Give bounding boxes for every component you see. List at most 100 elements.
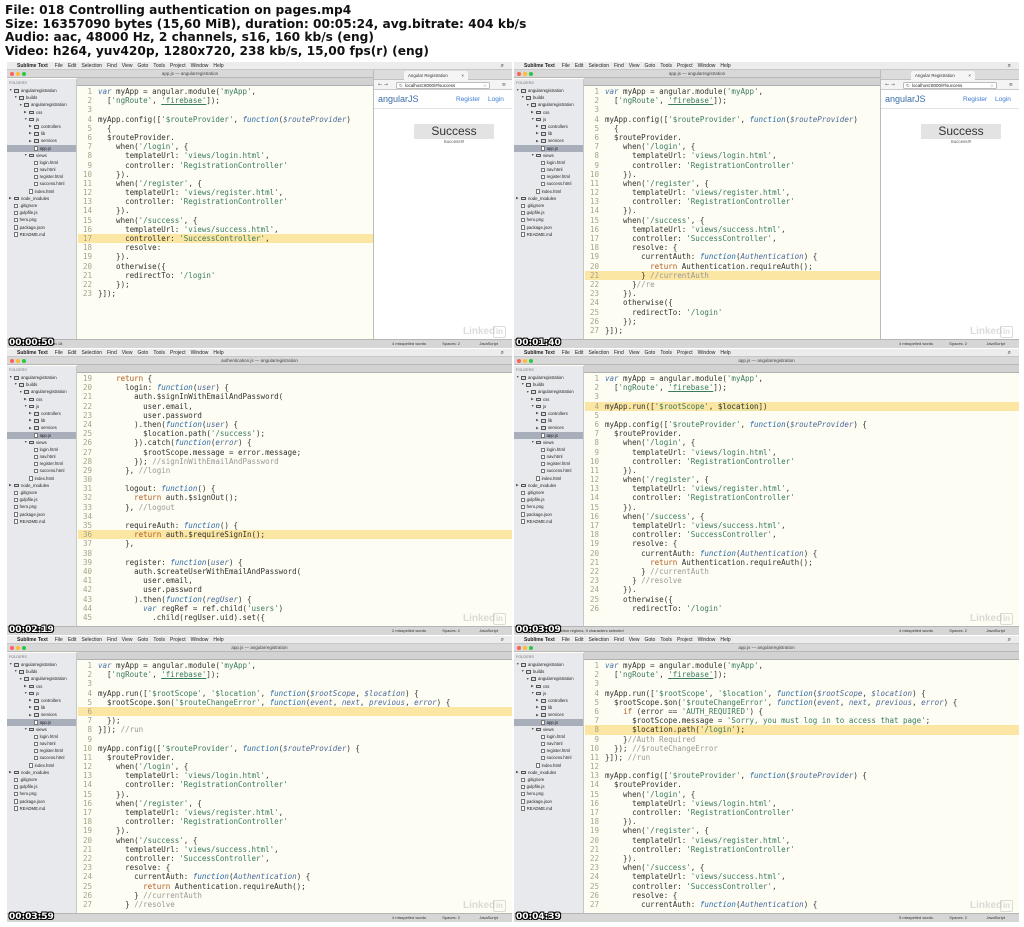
status-syntax[interactable]: JavaScript	[479, 627, 498, 635]
sidebar-tree-item[interactable]: ▼ angularregistration	[7, 388, 76, 395]
sidebar-tree-item[interactable]: ▶ css	[7, 109, 76, 116]
menu-item-project[interactable]: Project	[170, 62, 186, 69]
sidebar-tree-item[interactable]: ▼ builds	[514, 668, 583, 675]
sidebar-tree-item[interactable]: index.html	[7, 188, 76, 195]
sidebar-tree-item[interactable]: README.md	[7, 231, 76, 238]
menu-item-goto[interactable]: Goto	[138, 349, 149, 356]
sidebar-tree-item[interactable]: package.json	[7, 224, 76, 231]
sidebar-tree-item[interactable]: ▶ controllers	[514, 697, 583, 704]
menu-item-view[interactable]: View	[122, 62, 133, 69]
menu-item-help[interactable]: Help	[720, 349, 730, 356]
code-editor[interactable]: 1 var myApp = angular.module('myApp', 2 ['…	[585, 87, 880, 339]
app-brand-logo[interactable]: angularJS	[885, 94, 926, 104]
sidebar-tree-item[interactable]: ▼ builds	[7, 381, 76, 388]
menu-item-view[interactable]: View	[122, 349, 133, 356]
status-indentation[interactable]: Spaces: 2	[442, 340, 460, 348]
menu-item-help[interactable]: Help	[213, 349, 223, 356]
sidebar-tree-item[interactable]: ▶ controllers	[7, 123, 76, 130]
sidebar-tree-item[interactable]: app.js	[514, 144, 583, 152]
app-name-menu[interactable]: Sublime Text	[17, 62, 48, 69]
menu-item-project[interactable]: Project	[677, 62, 693, 69]
sidebar-tree-item[interactable]: ▶ services	[7, 424, 76, 431]
sidebar-tree-item[interactable]: register.html	[514, 747, 583, 754]
sidebar-tree-item[interactable]: ▼ angularregistration	[7, 675, 76, 682]
editor-tab[interactable]: app.js×	[87, 659, 145, 660]
status-syntax[interactable]: JavaScript	[986, 340, 1005, 348]
menu-item-project[interactable]: Project	[677, 636, 693, 643]
login-link[interactable]: Login	[995, 96, 1011, 103]
sidebar-tree-item[interactable]: app.js	[514, 718, 583, 726]
app-name-menu[interactable]: Sublime Text	[524, 349, 555, 356]
status-indentation[interactable]: Spaces: 2	[949, 340, 967, 348]
sidebar-tree-item[interactable]: ▼ angularregistration	[514, 388, 583, 395]
sidebar-tree-item[interactable]: ▼ builds	[514, 94, 583, 101]
register-link[interactable]: Register	[963, 96, 987, 103]
close-tab-icon[interactable]: ×	[197, 372, 200, 373]
sidebar-tree-item[interactable]: hero.png	[7, 216, 76, 223]
menu-item-project[interactable]: Project	[170, 349, 186, 356]
menu-item-help[interactable]: Help	[720, 62, 730, 69]
sidebar-tree-item[interactable]: ▶ node_modules	[514, 769, 583, 776]
bookmark-star-icon[interactable]: ☆	[990, 83, 994, 89]
editor-tab[interactable]: app.js×	[594, 85, 652, 86]
sidebar-tree-item[interactable]: ▶ lib	[7, 417, 76, 424]
sidebar-tree-item[interactable]: nav.html	[7, 453, 76, 460]
close-tab-icon[interactable]: ×	[138, 372, 141, 373]
spotlight-search-icon[interactable]: ⌕	[501, 62, 504, 69]
menu-item-find[interactable]: Find	[107, 636, 117, 643]
sidebar-tree-item[interactable]: README.md	[7, 805, 76, 812]
sidebar-tree-item[interactable]: ▶ services	[7, 711, 76, 718]
editor-tab[interactable]: app.js×	[594, 372, 652, 373]
spotlight-search-icon[interactable]: ⌕	[501, 636, 504, 643]
sidebar-tree-item[interactable]: app.js	[7, 431, 76, 439]
code-editor[interactable]: 19 return {20 login: function(user) {21 …	[78, 374, 512, 626]
menu-item-file[interactable]: File	[562, 636, 570, 643]
sidebar-tree-item[interactable]: ▼ angularregistration	[514, 101, 583, 108]
browser-menu-icon[interactable]: ≡	[502, 80, 506, 90]
sidebar-tree-item[interactable]: .gitignore	[514, 202, 583, 209]
sidebar-tree-item[interactable]: nav.html	[514, 166, 583, 173]
close-tab-icon[interactable]: ×	[138, 85, 141, 86]
menu-item-find[interactable]: Find	[614, 636, 624, 643]
sidebar-tree-item[interactable]: ▼ views	[7, 439, 76, 446]
menu-item-find[interactable]: Find	[107, 349, 117, 356]
sidebar-tree-item[interactable]: ▼ angularregistration	[7, 661, 76, 668]
menu-item-selection[interactable]: Selection	[588, 636, 609, 643]
reload-icon[interactable]: ↻	[399, 83, 403, 89]
status-indentation[interactable]: Spaces: 2	[442, 627, 460, 635]
menu-item-tools[interactable]: Tools	[153, 62, 165, 69]
editor-tab[interactable]: app.js×	[87, 372, 145, 373]
close-tab-icon[interactable]: ×	[704, 659, 707, 660]
sidebar-tree-item[interactable]: ▼ angularregistration	[7, 101, 76, 108]
editor-tab[interactable]: authentication.js×	[712, 659, 770, 660]
sidebar-tree-item[interactable]: ▶ lib	[7, 704, 76, 711]
sidebar-tree-item[interactable]: register.html	[514, 460, 583, 467]
sidebar-tree-item[interactable]: app.js	[514, 431, 583, 439]
code-editor[interactable]: 1 var myApp = angular.module('myApp', 2 ['…	[585, 661, 1019, 913]
sidebar-tree-item[interactable]: success.html	[7, 467, 76, 474]
editor-tab[interactable]: authentication.js×	[712, 85, 770, 86]
app-name-menu[interactable]: Sublime Text	[17, 349, 48, 356]
sidebar-tree-item[interactable]: .gitignore	[514, 776, 583, 783]
sidebar-tree-item[interactable]: .gitignore	[7, 489, 76, 496]
menu-item-goto[interactable]: Goto	[645, 62, 656, 69]
menu-item-help[interactable]: Help	[213, 62, 223, 69]
sidebar-tree-item[interactable]: ▼ views	[7, 152, 76, 159]
sidebar-tree-item[interactable]: index.html	[514, 762, 583, 769]
sidebar-tree-item[interactable]: success.html	[514, 754, 583, 761]
sidebar-tree-item[interactable]: README.md	[514, 805, 583, 812]
sidebar-tree-item[interactable]: ▼ angularregistration	[7, 87, 76, 94]
back-forward-icons[interactable]: ← →	[885, 80, 895, 90]
status-indentation[interactable]: Spaces: 2	[442, 914, 460, 922]
menu-item-edit[interactable]: Edit	[575, 349, 584, 356]
sidebar-tree-item[interactable]: package.json	[514, 511, 583, 518]
browser-menu-icon[interactable]: ≡	[1009, 80, 1013, 90]
menu-item-selection[interactable]: Selection	[588, 62, 609, 69]
sidebar-tree-item[interactable]: ▼ angularregistration	[514, 374, 583, 381]
sidebar-tree-item[interactable]: login.html	[7, 733, 76, 740]
sidebar-tree-item[interactable]: nav.html	[514, 740, 583, 747]
sidebar-tree-item[interactable]: index.html	[7, 762, 76, 769]
close-tab-icon[interactable]: ×	[256, 659, 259, 660]
editor-tab[interactable]: registration.js×	[146, 659, 204, 660]
sidebar-tree-item[interactable]: nav.html	[7, 166, 76, 173]
